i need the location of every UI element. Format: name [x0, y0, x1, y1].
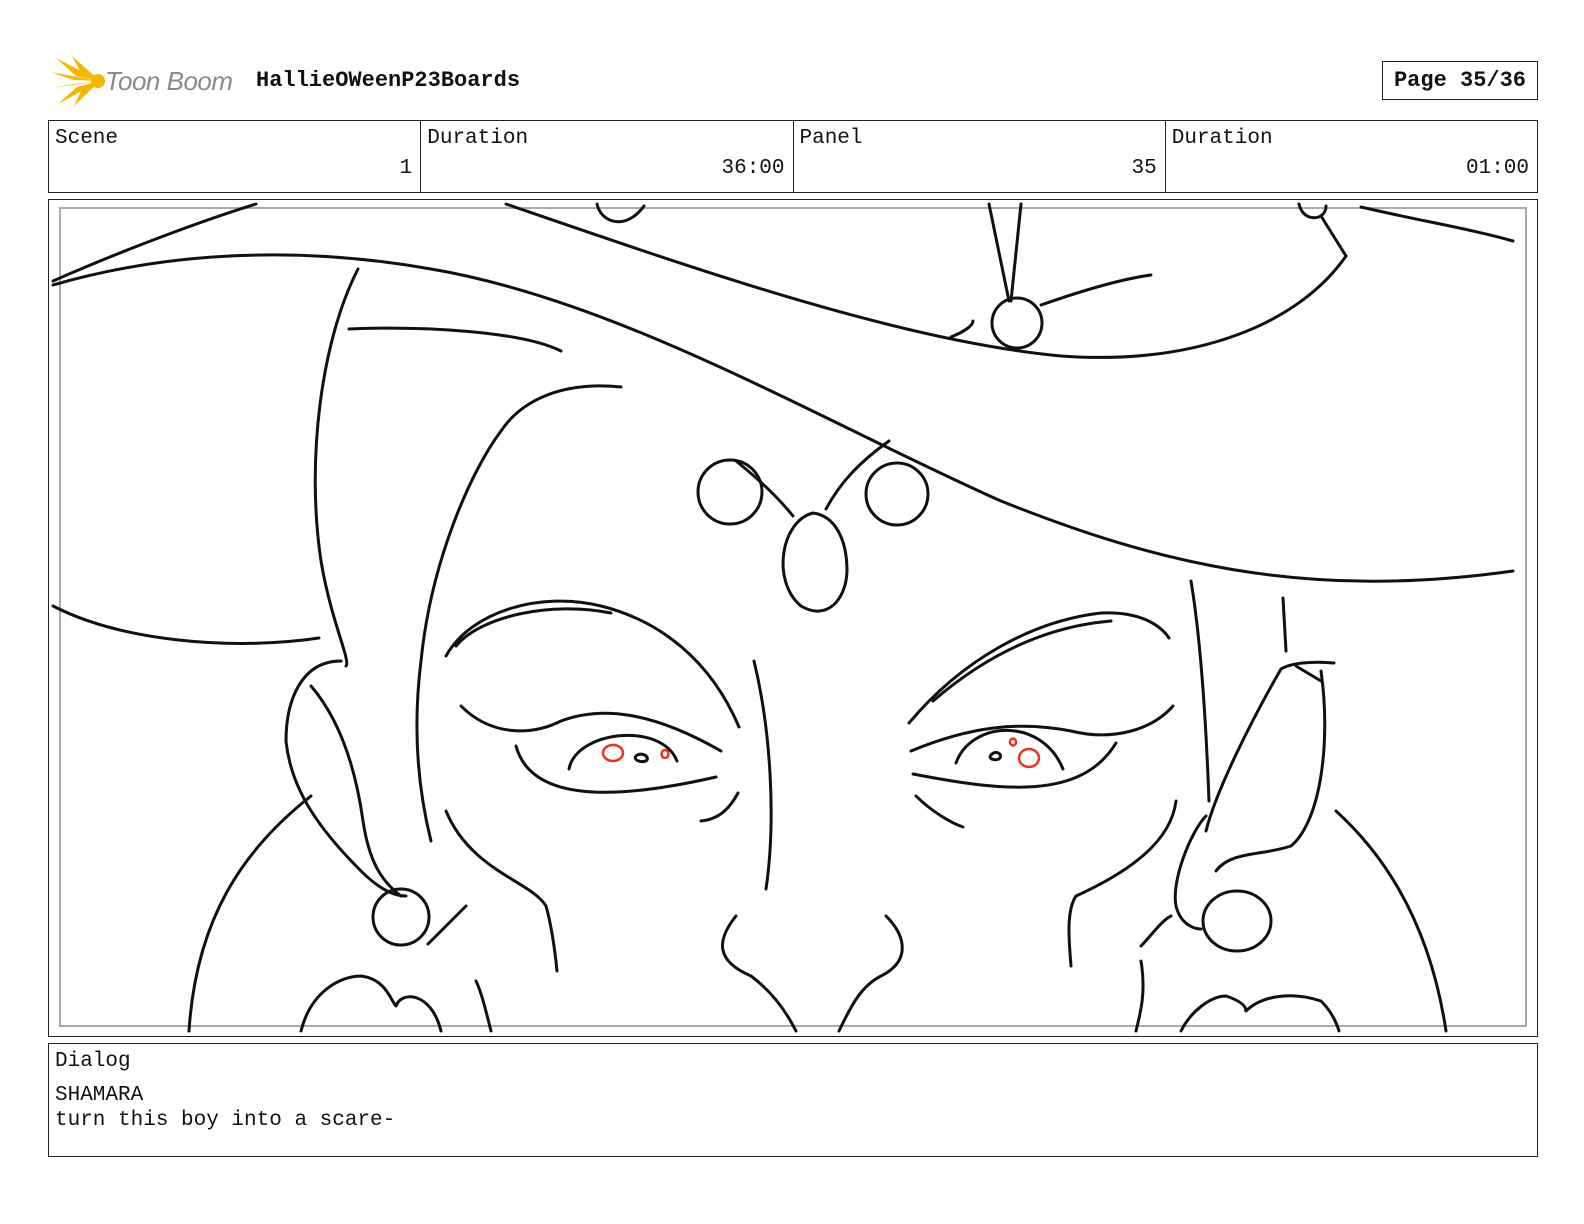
page-indicator: Page 35/36 [1382, 61, 1538, 100]
panel-value: 35 [1131, 157, 1157, 180]
scene-duration-cell: Duration 36:00 [421, 121, 794, 192]
toon-boom-logo: Toon Boom [50, 54, 240, 108]
panel-duration-label: Duration [1171, 127, 1273, 150]
panel-cell: Panel 35 [794, 121, 1166, 192]
scene-duration-value: 36:00 [721, 157, 785, 180]
storyboard-sketch [51, 202, 1515, 1033]
logo-text: Toon Boom [105, 66, 233, 96]
panel-label: Panel [799, 127, 863, 150]
scene-duration-label: Duration [427, 127, 529, 150]
panel-duration-cell: Duration 01:00 [1166, 121, 1537, 192]
scene-cell: Scene 1 [49, 121, 422, 192]
dialog-line: turn this boy into a scare- [55, 1109, 396, 1132]
scene-value: 1 [399, 157, 413, 180]
panel-duration-value: 01:00 [1465, 157, 1529, 180]
dialog-box: Dialog SHAMARA turn this boy into a scar… [48, 1043, 1538, 1157]
document-title: HallieOWeenP23Boards [256, 68, 521, 93]
scene-label: Scene [55, 127, 119, 150]
toon-boom-sunburst-icon [50, 56, 105, 106]
dialog-speaker: SHAMARA [55, 1084, 144, 1107]
dialog-label: Dialog [55, 1050, 131, 1073]
panel-frame [48, 199, 1538, 1037]
scene-info-row: Scene 1 Duration 36:00 Panel 35 Duration… [48, 120, 1538, 193]
